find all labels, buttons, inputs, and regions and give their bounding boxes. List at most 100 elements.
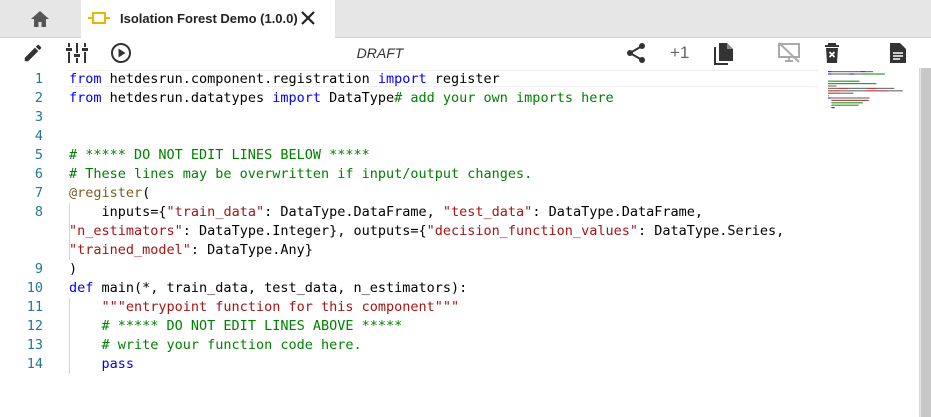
code-token: # These lines may be overwritten if inpu… bbox=[69, 166, 533, 182]
line-number: 4 bbox=[34, 128, 43, 144]
minimap-line bbox=[831, 71, 861, 73]
code-token: # ***** DO NOT EDIT LINES ABOVE ***** bbox=[101, 318, 403, 334]
minimap-line bbox=[887, 90, 903, 92]
status-label: DRAFT bbox=[356, 45, 404, 61]
minimap-line bbox=[876, 87, 895, 89]
code-token: "n_estimators" bbox=[69, 223, 183, 239]
code-token: # ***** DO NOT EDIT LINES BELOW ***** bbox=[69, 147, 370, 163]
minimap-line bbox=[830, 97, 870, 99]
minimap-line bbox=[860, 71, 866, 73]
indent-guide bbox=[69, 203, 70, 260]
code-line: # ***** DO NOT EDIT LINES BELOW ***** bbox=[69, 146, 370, 165]
line-number: 6 bbox=[34, 166, 43, 182]
code-token: "trained_model" bbox=[69, 242, 191, 258]
code-token: import bbox=[377, 71, 427, 87]
code-token: # add your own imports here bbox=[394, 90, 614, 106]
minimap-line bbox=[828, 80, 860, 82]
pencil-icon[interactable] bbox=[22, 42, 44, 64]
code-token: import bbox=[272, 90, 321, 106]
code-line: inputs={"train_data": DataType.DataFrame… bbox=[69, 203, 704, 222]
line-number bbox=[0, 222, 43, 241]
code-token: : DataType.DataFrame, bbox=[264, 204, 443, 220]
code-line: # write your function code here. bbox=[69, 336, 362, 355]
code-editor[interactable]: 1 from hetdesrun.component.registration i… bbox=[0, 68, 919, 417]
code-line: ) bbox=[69, 260, 77, 279]
minimap-line bbox=[835, 85, 837, 87]
toolbar: DRAFT +1 bbox=[0, 38, 931, 68]
minimap-line bbox=[838, 87, 849, 89]
code-token: pass bbox=[101, 356, 135, 372]
code-token: def bbox=[69, 280, 94, 296]
minimap-line bbox=[848, 87, 868, 89]
scrollbar-thumb[interactable] bbox=[921, 68, 931, 417]
minimap-line bbox=[828, 83, 877, 85]
code-line: # ***** DO NOT EDIT LINES ABOVE ***** bbox=[69, 317, 403, 336]
code-token: hetdesrun.component.registration bbox=[101, 71, 378, 87]
code-line: "trained_model": DataType.Any} bbox=[69, 241, 313, 260]
close-icon[interactable] bbox=[299, 9, 317, 27]
minimap-line bbox=[867, 87, 877, 89]
code-token: : DataType.Any} bbox=[190, 242, 313, 258]
copy-icon[interactable] bbox=[713, 42, 735, 66]
code-token: : DataType.Series, bbox=[637, 223, 785, 239]
code-line: # These lines may be overwritten if inpu… bbox=[69, 165, 532, 184]
code-token: : DataType.Integer}, outputs={ bbox=[182, 223, 427, 239]
add-version-button[interactable]: +1 bbox=[670, 38, 689, 68]
minimap-line bbox=[828, 71, 832, 73]
home-tab[interactable] bbox=[0, 0, 80, 38]
line-number: 9 bbox=[34, 261, 43, 277]
code-line: from hetdesrun.datatypes import DataType… bbox=[69, 89, 614, 108]
code-line: pass bbox=[69, 355, 135, 374]
line-number bbox=[0, 241, 43, 260]
editor-scrollbar[interactable] bbox=[919, 68, 931, 417]
minimap-line bbox=[828, 90, 840, 92]
code-token: inputs={ bbox=[69, 204, 167, 220]
minimap-line bbox=[828, 92, 841, 94]
line-number: 10 bbox=[26, 280, 43, 296]
minimap-line bbox=[828, 87, 839, 89]
trash-icon[interactable] bbox=[822, 42, 842, 64]
code-line: def main(*, train_data, test_data, n_est… bbox=[69, 279, 467, 298]
code-token: DataType bbox=[320, 90, 395, 106]
minimap-line bbox=[828, 95, 829, 97]
tab-bar: Isolation Forest Demo (1.0.0) bbox=[0, 0, 931, 38]
code-token: "decision_function_values" bbox=[426, 223, 638, 239]
minimap[interactable] bbox=[826, 70, 916, 130]
minimap-line bbox=[828, 73, 832, 75]
code-token: from bbox=[69, 71, 102, 87]
code-token: from bbox=[69, 90, 102, 106]
code-token: "test_data" bbox=[442, 204, 533, 220]
line-number: 7 bbox=[34, 185, 43, 201]
home-icon bbox=[31, 11, 49, 27]
minimap-line bbox=[840, 92, 854, 94]
line-number: 11 bbox=[26, 299, 43, 315]
indent-guide bbox=[69, 298, 70, 374]
line-number: 2 bbox=[34, 90, 43, 106]
code-token: main(*, train_data, test_data, n_estimat… bbox=[93, 280, 468, 296]
code-token: ( bbox=[142, 185, 151, 201]
tune-icon[interactable] bbox=[65, 42, 89, 64]
code-token: hetdesrun.datatypes bbox=[101, 90, 273, 106]
document-icon[interactable] bbox=[888, 42, 908, 64]
minimap-line bbox=[831, 73, 850, 75]
line-number: 12 bbox=[26, 318, 43, 334]
minimap-line bbox=[831, 107, 835, 109]
code-token: "train_data" bbox=[166, 204, 265, 220]
line-number: 13 bbox=[26, 337, 43, 353]
code-line: from hetdesrun.component.registration im… bbox=[69, 70, 500, 89]
play-icon[interactable] bbox=[110, 42, 132, 64]
code-token: register bbox=[426, 71, 500, 87]
code-token: : DataType.DataFrame, bbox=[532, 204, 703, 220]
line-number: 3 bbox=[34, 109, 43, 125]
minimap-line bbox=[828, 85, 836, 87]
desktop-off-icon[interactable] bbox=[777, 42, 801, 64]
tab-component[interactable]: Isolation Forest Demo (1.0.0) bbox=[81, 0, 335, 38]
line-number: 8 bbox=[34, 204, 43, 220]
share-icon[interactable] bbox=[625, 42, 647, 64]
code-line: """entrypoint function for this componen… bbox=[69, 298, 460, 317]
minimap-line bbox=[828, 97, 831, 99]
minimap-line bbox=[831, 102, 863, 104]
code-token: # write your function code here. bbox=[101, 337, 362, 353]
